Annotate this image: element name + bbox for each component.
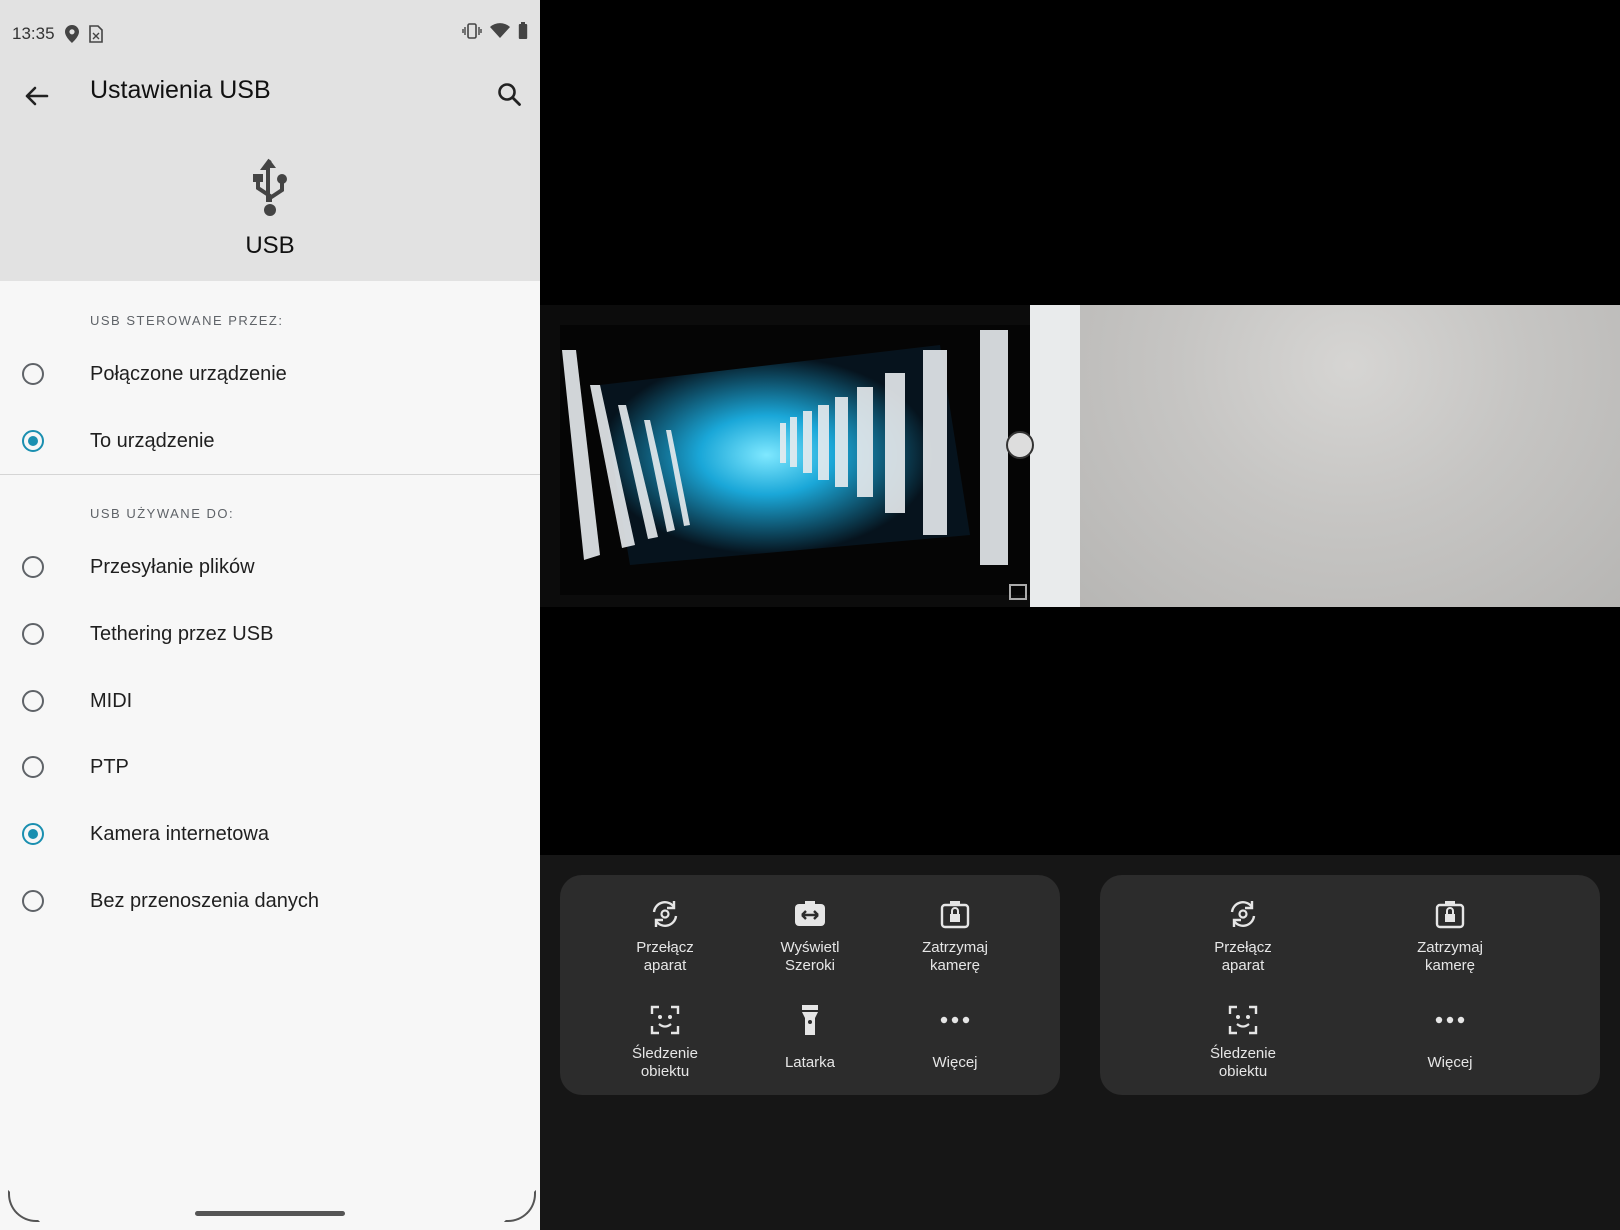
search-button[interactable] (490, 76, 530, 116)
usb-settings-screen: 13:35 Ustawienia USB USB USB STEROWANE P… (0, 0, 540, 1230)
section-title-controlled-by: USB STEROWANE PRZEZ: (90, 313, 284, 328)
sim-icon (88, 25, 103, 43)
option-no-data-transfer[interactable]: Bez przenoszenia danych (0, 871, 540, 931)
option-webcam[interactable]: Kamera internetowa (0, 804, 540, 864)
camera-preview (540, 305, 1620, 607)
status-right-icons (462, 22, 528, 40)
option-midi[interactable]: MIDI (0, 671, 540, 731)
switch-camera-icon (652, 901, 678, 927)
option-connected-device[interactable]: Połączone urządzenie (0, 344, 540, 404)
usb-label: USB (245, 232, 295, 259)
object-tracking-label: Śledzenie obiektu (1210, 1045, 1276, 1080)
status-time: 13:35 (12, 24, 55, 43)
more-dots-icon (940, 1016, 970, 1024)
option-usb-tethering[interactable]: Tethering przez USB (0, 604, 540, 664)
section-divider (0, 474, 540, 475)
recursive-screen-image (540, 305, 1080, 607)
radio-button-checked[interactable] (22, 430, 44, 452)
more-label: Więcej (932, 1054, 978, 1071)
quick-panel-left: Przełącz aparat Wyświetl Szeroki Zatrzym… (560, 875, 1060, 1095)
pause-camera-button[interactable]: Zatrzymaj kamerę (880, 897, 1030, 997)
usb-icon (253, 158, 287, 216)
switch-camera-button[interactable]: Przełącz aparat (590, 897, 740, 997)
status-bar: 13:35 (12, 22, 528, 46)
option-file-transfer[interactable]: Przesyłanie plików (0, 537, 540, 597)
more-label: Więcej (1427, 1054, 1473, 1071)
radio-button[interactable] (22, 363, 44, 385)
wide-view-label: Wyświetl Szeroki (780, 939, 840, 974)
page-title: Ustawienia USB (90, 76, 271, 104)
wide-view-button[interactable]: Wyświetl Szeroki (735, 897, 885, 997)
object-tracking-button[interactable]: Śledzenie obiektu (1168, 1003, 1318, 1103)
screen-corner-left (8, 1190, 40, 1222)
radio-button-checked[interactable] (22, 823, 44, 845)
search-icon (498, 83, 521, 106)
vibrate-icon (462, 23, 482, 39)
switch-camera-label: Przełącz aparat (1214, 939, 1272, 974)
option-label: To urządzenie (90, 429, 215, 452)
option-label: MIDI (90, 689, 133, 712)
radio-button[interactable] (22, 756, 44, 778)
radio-button[interactable] (22, 890, 44, 912)
option-label: Tethering przez USB (90, 622, 274, 645)
camera-lock-icon (940, 901, 970, 929)
pause-camera-button[interactable]: Zatrzymaj kamerę (1375, 897, 1525, 997)
option-ptp[interactable]: PTP (0, 737, 540, 797)
object-tracking-label: Śledzenie obiektu (632, 1045, 698, 1080)
wide-view-icon (795, 901, 825, 926)
option-label: Bez przenoszenia danych (90, 889, 320, 912)
face-tracking-icon (650, 1005, 680, 1035)
face-tracking-icon (1228, 1005, 1258, 1035)
radio-button[interactable] (22, 623, 44, 645)
wifi-icon (490, 23, 510, 38)
switch-camera-button[interactable]: Przełącz aparat (1168, 897, 1318, 997)
more-button[interactable]: Więcej (880, 1003, 1030, 1103)
radio-button[interactable] (22, 690, 44, 712)
camera-lock-icon (1435, 901, 1465, 929)
option-label: Połączone urządzenie (90, 362, 287, 385)
quick-panel-right: Przełącz aparat Zatrzymaj kamerę Śledzen… (1100, 875, 1600, 1095)
flashlight-label: Latarka (784, 1054, 836, 1071)
option-this-device[interactable]: To urządzenie (0, 411, 540, 471)
more-dots-icon (1435, 1016, 1465, 1024)
battery-icon (518, 22, 528, 39)
option-label: PTP (90, 755, 129, 778)
more-button[interactable]: Więcej (1375, 1003, 1525, 1103)
switch-camera-icon (1230, 901, 1256, 927)
wall-photo (1080, 305, 1620, 607)
screen-corner-right (504, 1190, 536, 1222)
home-gesture-bar[interactable] (195, 1211, 345, 1216)
option-label: Przesyłanie plików (90, 555, 255, 578)
section-title-used-for: USB UŻYWANE DO: (90, 506, 235, 521)
switch-camera-label: Przełącz aparat (636, 939, 694, 974)
radio-button[interactable] (22, 556, 44, 578)
arrow-back-icon (25, 86, 49, 106)
location-icon (64, 25, 79, 43)
flashlight-button[interactable]: Latarka (735, 1003, 885, 1103)
webcam-controls-area: Przełącz aparat Wyświetl Szeroki Zatrzym… (540, 855, 1620, 1230)
pause-camera-label: Zatrzymaj kamerę (922, 939, 988, 974)
object-tracking-button[interactable]: Śledzenie obiektu (590, 1003, 740, 1103)
pause-camera-label: Zatrzymaj kamerę (1417, 939, 1483, 974)
settings-header: 13:35 Ustawienia USB USB (0, 0, 540, 281)
back-button[interactable] (16, 76, 56, 116)
monitor-photo (540, 305, 1080, 607)
flashlight-icon (802, 1005, 818, 1035)
option-label: Kamera internetowa (90, 822, 269, 845)
